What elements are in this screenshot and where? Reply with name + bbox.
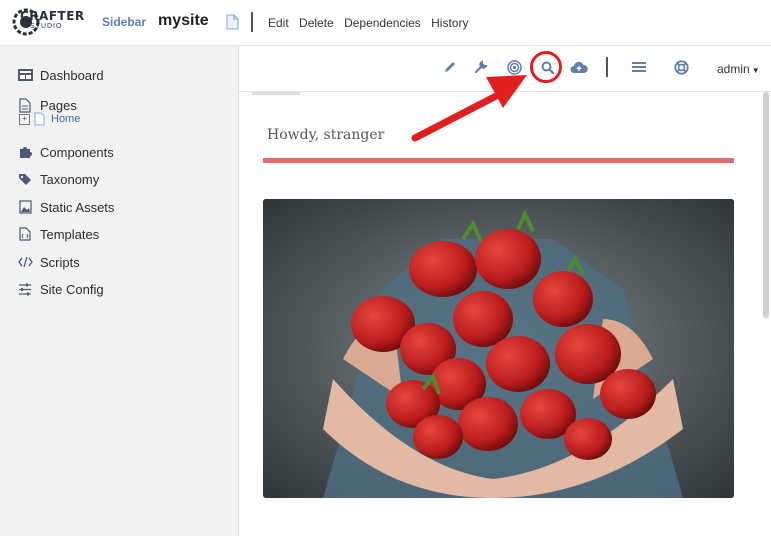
- sidebar-item-static-assets[interactable]: Static Assets: [17, 199, 114, 215]
- preview-tab: [252, 92, 300, 95]
- preview-greeting: Howdy, stranger: [267, 127, 385, 143]
- caret-down-icon: ▼: [751, 66, 760, 75]
- sidebar-toggle[interactable]: Sidebar: [102, 15, 146, 29]
- pencil-icon[interactable]: [441, 58, 459, 76]
- sidebar-item-label: Templates: [40, 226, 100, 242]
- accent-bar: [263, 158, 734, 163]
- dashboard-icon: [17, 67, 33, 83]
- preview-scrollbar[interactable]: [763, 92, 769, 318]
- strawberries-image: [263, 199, 734, 498]
- sidebar-item-taxonomy[interactable]: Taxonomy: [17, 171, 99, 187]
- logo-text: CRAFTER: [20, 9, 85, 23]
- pages-icon: [17, 97, 33, 113]
- sidebar-item-components[interactable]: Components: [17, 144, 114, 160]
- puzzle-icon: [17, 144, 33, 160]
- sidebar-item-label: Static Assets: [40, 199, 115, 215]
- code-icon: [17, 254, 33, 270]
- cloud-upload-icon[interactable]: [570, 58, 588, 76]
- sidebar-item-scripts[interactable]: Scripts: [17, 254, 80, 270]
- delete-link[interactable]: Delete: [299, 16, 334, 30]
- sidebar-item-site-config[interactable]: Site Config: [17, 281, 104, 297]
- page-tree-label: Home: [51, 113, 81, 125]
- sidebar-item-label: Pages: [40, 97, 77, 113]
- sliders-icon: [17, 281, 33, 297]
- sidebar-item-label: Scripts: [40, 254, 80, 270]
- sidebar-item-label: Taxonomy: [40, 171, 100, 187]
- toolbar-border: [239, 91, 771, 92]
- sidebar-item-pages[interactable]: Pages: [17, 97, 77, 113]
- tags-icon: [17, 171, 33, 187]
- toolbar-divider: [606, 57, 608, 77]
- expand-toggle-icon[interactable]: +: [19, 113, 30, 125]
- sidebar-item-label: Site Config: [40, 281, 104, 297]
- sidebar-item-templates[interactable]: Templates: [17, 226, 99, 242]
- history-link[interactable]: History: [431, 16, 468, 30]
- sidebar-item-dashboard[interactable]: Dashboard: [17, 67, 104, 83]
- divider: [251, 12, 253, 32]
- page-tree-home[interactable]: + Home: [19, 112, 80, 126]
- edit-link[interactable]: Edit: [268, 16, 289, 30]
- site-name[interactable]: mysite: [158, 12, 209, 30]
- page-icon[interactable]: [226, 14, 239, 35]
- file-icon: [34, 112, 45, 126]
- menu-icon[interactable]: [630, 58, 648, 76]
- dependencies-link[interactable]: Dependencies: [344, 16, 421, 30]
- sidebar-item-label: Dashboard: [40, 67, 104, 83]
- user-menu[interactable]: admin ▼: [717, 62, 760, 76]
- lifebuoy-icon[interactable]: [672, 58, 690, 76]
- code-file-icon: [17, 226, 33, 242]
- context-menu: Edit Delete Dependencies History: [268, 16, 475, 30]
- sidebar-item-label: Components: [40, 144, 114, 160]
- wrench-icon[interactable]: [472, 58, 490, 76]
- image-icon: [17, 199, 33, 215]
- highlight-circle: [530, 51, 562, 83]
- top-bar: CRAFTER STUDIO Sidebar mysite Edit Delet…: [0, 0, 771, 46]
- logo-subtext: STUDIO: [30, 23, 63, 30]
- user-name: admin: [717, 62, 750, 76]
- target-icon[interactable]: [505, 58, 523, 76]
